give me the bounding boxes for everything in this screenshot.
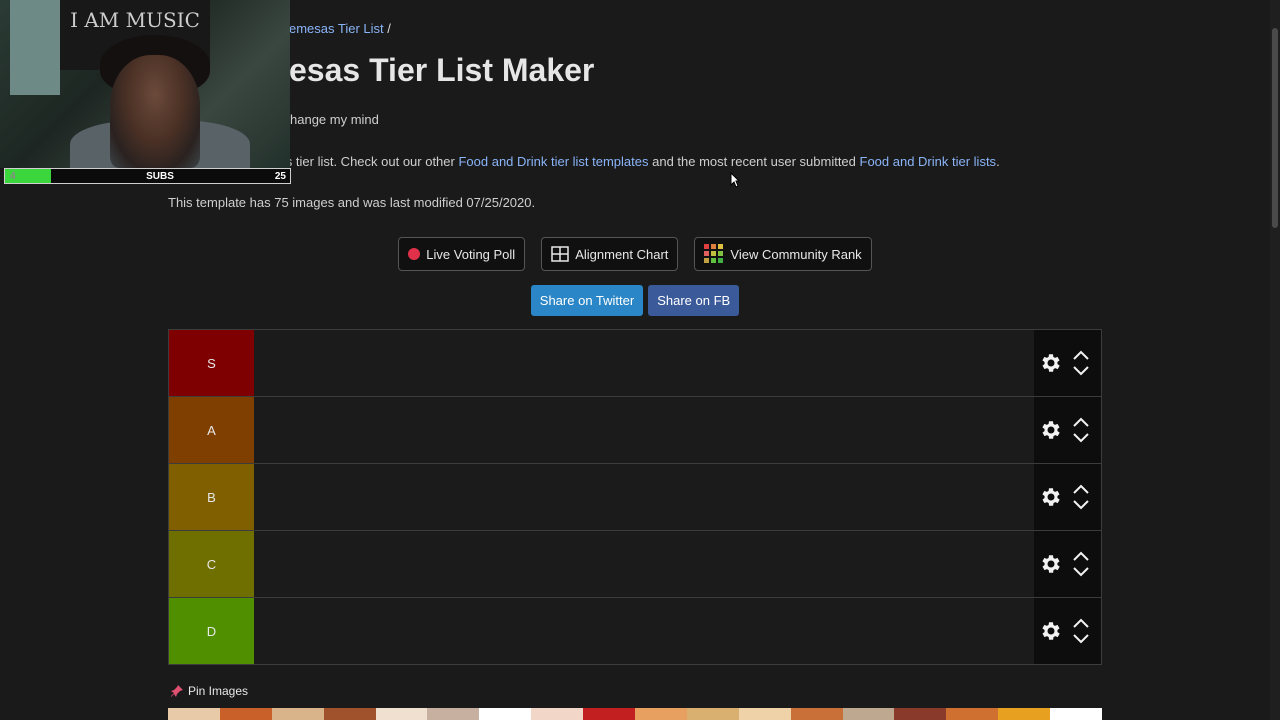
webcam-person-face [110, 55, 200, 168]
gear-icon[interactable] [1038, 618, 1064, 644]
tier-list-table: SABCD [168, 329, 1102, 665]
chevron-down-icon[interactable] [1072, 433, 1090, 443]
chevron-down-icon[interactable] [1072, 500, 1090, 510]
tier-controls [1034, 464, 1101, 530]
tier-row: C [169, 531, 1101, 598]
tier-label[interactable]: S [169, 330, 254, 396]
tier-drop-zone[interactable] [254, 531, 1034, 597]
tier-row: B [169, 464, 1101, 531]
image-thumbnail[interactable] [946, 708, 999, 720]
image-thumbnail[interactable] [842, 708, 895, 720]
image-thumbnail[interactable] [635, 708, 687, 720]
template-meta: This template has 75 images and was last… [168, 195, 536, 210]
image-thumbnail[interactable] [427, 708, 480, 720]
live-voting-poll-label: Live Voting Poll [426, 246, 516, 262]
image-thumbnail[interactable] [738, 708, 791, 720]
tier-row: S [169, 330, 1101, 397]
description-middle: and the most recent user submitted [648, 154, 860, 169]
pin-images-toggle[interactable]: Pin Images [170, 684, 248, 698]
tier-controls [1034, 531, 1101, 597]
page-title: esas Tier List Maker [289, 52, 595, 88]
image-thumbnail[interactable] [790, 708, 843, 720]
gear-icon[interactable] [1038, 551, 1064, 577]
pin-images-label: Pin Images [188, 684, 249, 698]
food-drink-templates-link[interactable]: Food and Drink tier list templates [458, 154, 648, 169]
tier-move-arrows [1072, 484, 1090, 510]
chevron-up-icon[interactable] [1072, 484, 1090, 494]
tier-label[interactable]: B [169, 464, 254, 530]
tier-drop-zone[interactable] [254, 397, 1034, 463]
tier-row: D [169, 598, 1101, 664]
subs-current: 4 [10, 170, 16, 182]
alignment-chart-label: Alignment Chart [575, 246, 669, 262]
webcam-window-light [10, 0, 60, 95]
tier-move-arrows [1072, 551, 1090, 577]
tier-controls [1034, 397, 1101, 463]
image-thumbnail[interactable] [479, 708, 532, 720]
chevron-up-icon[interactable] [1072, 618, 1090, 628]
webcam-poster-text: I AM MUSIC [70, 8, 200, 32]
tier-label[interactable]: D [169, 598, 254, 664]
subs-goal: 25 [274, 170, 286, 182]
record-dot-icon [408, 248, 421, 260]
share-button-row: Share on Twitter Share on FB [0, 285, 1270, 316]
image-thumbnail[interactable] [323, 708, 376, 720]
image-thumbnail[interactable] [998, 708, 1051, 720]
pushpin-icon [171, 685, 183, 697]
template-description: Create a sopremesas tier list. Check out… [168, 154, 1000, 169]
webcam-overlay: I AM MUSIC [0, 0, 290, 168]
tier-drop-zone[interactable] [254, 464, 1034, 530]
image-pool-strip [168, 708, 1103, 720]
tier-drop-zone[interactable] [254, 330, 1034, 396]
page: emesas Tier List / esas Tier List Maker … [0, 0, 1280, 720]
image-thumbnail[interactable] [375, 708, 428, 720]
tier-drop-zone[interactable] [254, 598, 1034, 664]
description-suffix: . [996, 154, 1000, 169]
image-thumbnail[interactable] [219, 708, 272, 720]
tier-move-arrows [1072, 350, 1090, 376]
breadcrumb-separator: / [387, 21, 391, 36]
alignment-chart-button[interactable]: Alignment Chart [541, 237, 679, 271]
chevron-down-icon[interactable] [1072, 366, 1090, 376]
view-community-rank-button[interactable]: View Community Rank [694, 237, 872, 271]
tier-row: A [169, 397, 1101, 464]
image-thumbnail[interactable] [1050, 708, 1103, 720]
tier-move-arrows [1072, 417, 1090, 443]
share-fb-button[interactable]: Share on FB [648, 285, 740, 316]
mouse-cursor-icon [730, 172, 740, 188]
image-thumbnail[interactable] [168, 708, 220, 720]
page-scrollbar[interactable] [1270, 0, 1280, 720]
gear-icon[interactable] [1038, 350, 1064, 376]
image-thumbnail[interactable] [894, 708, 947, 720]
chevron-up-icon[interactable] [1072, 551, 1090, 561]
tier-controls [1034, 598, 1101, 664]
chevron-up-icon[interactable] [1072, 417, 1090, 427]
scrollbar-thumb[interactable] [1272, 28, 1278, 228]
tier-label[interactable]: C [169, 531, 254, 597]
share-twitter-button[interactable]: Share on Twitter [530, 285, 644, 316]
chevron-up-icon[interactable] [1072, 350, 1090, 360]
page-subtitle: hange my mind [290, 112, 379, 127]
subs-goal-bar: 4 SUBS 25 [4, 168, 291, 184]
view-community-rank-label: View Community Rank [730, 246, 862, 262]
chevron-down-icon[interactable] [1072, 567, 1090, 577]
food-drink-tierlists-link[interactable]: Food and Drink tier lists [860, 154, 997, 169]
breadcrumb: emesas Tier List / [289, 21, 391, 36]
heatmap-grid-icon [704, 244, 724, 263]
grid-icon [551, 246, 569, 262]
tier-controls [1034, 330, 1101, 396]
gear-icon[interactable] [1038, 417, 1064, 443]
image-thumbnail[interactable] [583, 708, 636, 720]
chevron-down-icon[interactable] [1072, 634, 1090, 644]
breadcrumb-link[interactable]: emesas Tier List [289, 21, 384, 36]
live-voting-poll-button[interactable]: Live Voting Poll [398, 237, 526, 271]
image-thumbnail[interactable] [271, 708, 324, 720]
tier-move-arrows [1072, 618, 1090, 644]
tier-label[interactable]: A [169, 397, 254, 463]
gear-icon[interactable] [1038, 484, 1064, 510]
image-thumbnail[interactable] [531, 708, 584, 720]
tool-button-row: Live Voting Poll Alignment Chart View Co… [0, 237, 1270, 271]
subs-label: SUBS [146, 170, 174, 182]
image-thumbnail[interactable] [686, 708, 739, 720]
